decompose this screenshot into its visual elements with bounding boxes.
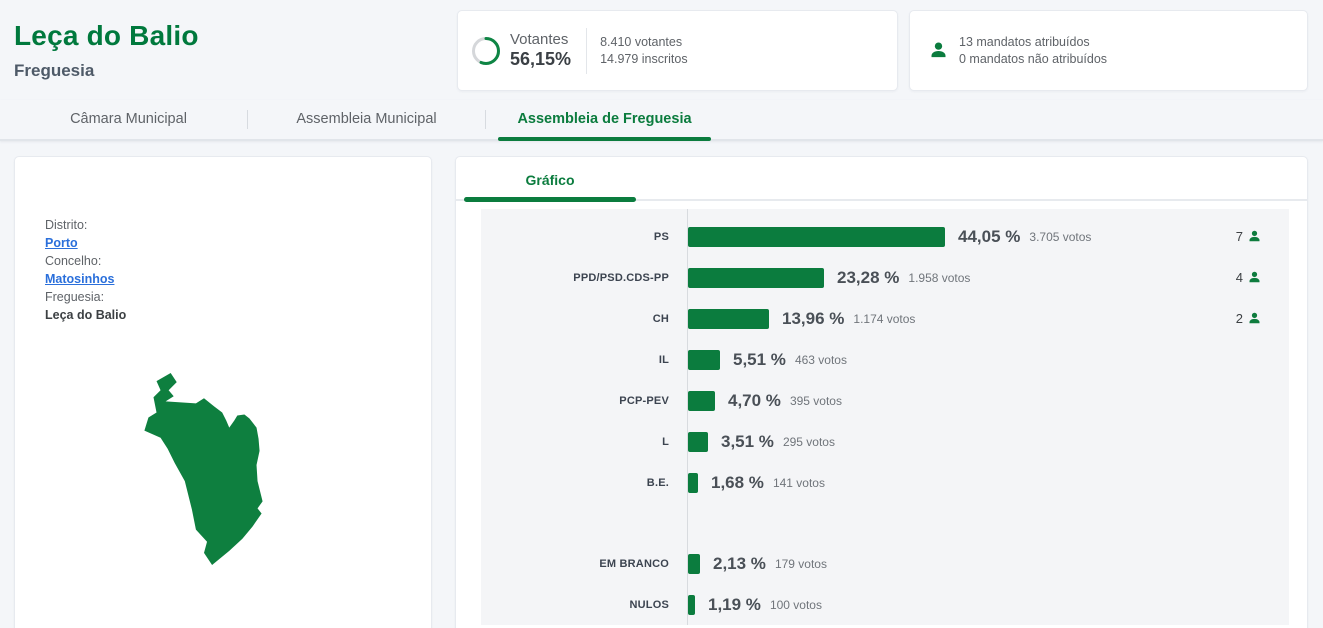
bar-votes: 179 votos (774, 556, 827, 571)
content: Distrito: Porto Concelho: Matosinhos Fre… (0, 141, 1323, 628)
chart-tab-bar: Gráfico (456, 157, 1307, 202)
turnout-main: Votantes 56,15% (510, 31, 571, 70)
bar (688, 226, 945, 247)
chart-row: CH 13,96 % 1.174 votos 2 (481, 298, 1289, 339)
bar-percent: 3,51 % (721, 431, 774, 451)
bar-label: PPD/PSD.CDS-PP (573, 271, 669, 284)
bar-label: IL (658, 353, 669, 366)
mandates-count: 4 (1235, 270, 1243, 285)
mandates-unattributed: 0 mandatos não atribuídos (959, 51, 1108, 66)
bar (688, 349, 720, 370)
chart-card: Gráfico PS 44,05 % 3.705 votos 7 PPD/PSD… (455, 156, 1308, 628)
mandates-attributed: 13 mandatos atribuídos (959, 34, 1090, 49)
bar-label: PS (653, 230, 669, 243)
bar-percent: 2,13 % (713, 553, 766, 573)
tab-camara-municipal[interactable]: Câmara Municipal (10, 100, 247, 139)
chart-row: NULOS 1,19 % 100 votos (481, 584, 1289, 625)
person-icon (931, 42, 946, 58)
person-icon (1249, 271, 1260, 283)
chart-row: EM BRANCO 2,13 % 179 votos (481, 543, 1289, 584)
district-link[interactable]: Porto (45, 236, 78, 250)
parish-map-shape (144, 373, 263, 565)
turnout-divider (586, 27, 588, 74)
bar-votes: 141 votos (772, 475, 825, 490)
person-icon (1249, 312, 1260, 324)
header: Leça do Balio Freguesia Votantes 56,15% … (0, 0, 1323, 91)
mandates-count: 2 (1235, 311, 1243, 326)
bar-percent: 13,96 % (782, 308, 845, 328)
registered-count: 14.979 inscritos (600, 51, 688, 66)
chart-row: IL 5,51 % 463 votos (481, 339, 1289, 380)
tab-grafico[interactable]: Gráfico (464, 157, 636, 202)
district-label: Distrito: (45, 218, 88, 232)
mandates-cell: 2 (1236, 311, 1289, 326)
page-title: Leça do Balio (14, 20, 199, 51)
tab-assembleia-de-freguesia[interactable]: Assembleia de Freguesia (486, 100, 723, 141)
bar-percent: 23,28 % (837, 267, 900, 287)
mandates-cell: 7 (1236, 229, 1289, 244)
bar-label: CH (652, 312, 669, 325)
bar-votes: 463 votos (794, 352, 847, 367)
bar (688, 472, 698, 493)
parish-name: Leça do Balio (45, 308, 127, 322)
chart-row: PPD/PSD.CDS-PP 23,28 % 1.958 votos 4 (481, 257, 1289, 298)
bar (688, 267, 824, 288)
person-icon (1249, 230, 1260, 242)
bar-votes: 295 votos (782, 434, 835, 449)
bar (688, 431, 708, 452)
main-tab-bar: Câmara Municipal Assembleia Municipal As… (0, 100, 1323, 141)
bar-percent: 44,05 % (958, 226, 1021, 246)
mandates-details: 13 mandatos atribuídos 0 mandatos não at… (959, 34, 1107, 68)
title-block: Leça do Balio Freguesia (14, 10, 457, 81)
bar-percent: 4,70 % (728, 390, 781, 410)
chart-row: B.E. 1,68 % 141 votos (481, 462, 1289, 503)
chart-row: PCP-PEV 4,70 % 395 votos (481, 380, 1289, 421)
mandates-card: 13 mandatos atribuídos 0 mandatos não at… (909, 10, 1308, 91)
council-link[interactable]: Matosinhos (45, 272, 114, 286)
voters-count: 8.410 votantes (600, 34, 683, 49)
bar-label: PCP-PEV (619, 394, 669, 407)
bar-votes: 3.705 votos (1029, 229, 1092, 244)
mandates-count: 7 (1235, 229, 1243, 244)
mandates-cell: 4 (1236, 270, 1289, 285)
bar-percent: 1,68 % (711, 472, 764, 492)
bar-percent: 5,51 % (733, 349, 786, 369)
bar (688, 390, 715, 411)
turnout-card: Votantes 56,15% 8.410 votantes 14.979 in… (457, 10, 898, 91)
location-card: Distrito: Porto Concelho: Matosinhos Fre… (14, 156, 432, 628)
bar-votes: 395 votos (789, 393, 842, 408)
tab-assembleia-municipal[interactable]: Assembleia Municipal (248, 100, 485, 139)
bar-label: EM BRANCO (599, 557, 669, 570)
bar (688, 594, 695, 615)
turnout-label: Votantes (510, 31, 569, 48)
chart-row: L 3,51 % 295 votos (481, 421, 1289, 462)
chart-group-spacer (481, 503, 1289, 543)
bar-label: NULOS (629, 598, 669, 611)
page-subtitle: Freguesia (14, 61, 95, 80)
location-block: Distrito: Porto Concelho: Matosinhos Fre… (45, 216, 126, 324)
parish-label: Freguesia: (45, 290, 105, 304)
bar-percent: 1,19 % (708, 594, 761, 614)
bar (688, 308, 769, 329)
election-results-page: Leça do Balio Freguesia Votantes 56,15% … (0, 0, 1323, 628)
bar-votes: 100 votos (769, 597, 822, 612)
chart-body: PS 44,05 % 3.705 votos 7 PPD/PSD.CDS-PP … (481, 209, 1289, 625)
turnout-percent: 56,15% (510, 49, 572, 69)
progress-ring-icon (472, 36, 500, 65)
chart-row: PS 44,05 % 3.705 votos 7 (481, 216, 1289, 257)
bar (688, 553, 700, 574)
council-label: Concelho: (45, 254, 102, 268)
bar-label: L (662, 435, 669, 448)
turnout-details: 8.410 votantes 14.979 inscritos (600, 34, 688, 68)
bar-label: B.E. (646, 476, 669, 489)
bar-votes: 1.174 votos (853, 311, 916, 326)
bar-votes: 1.958 votos (908, 270, 971, 285)
